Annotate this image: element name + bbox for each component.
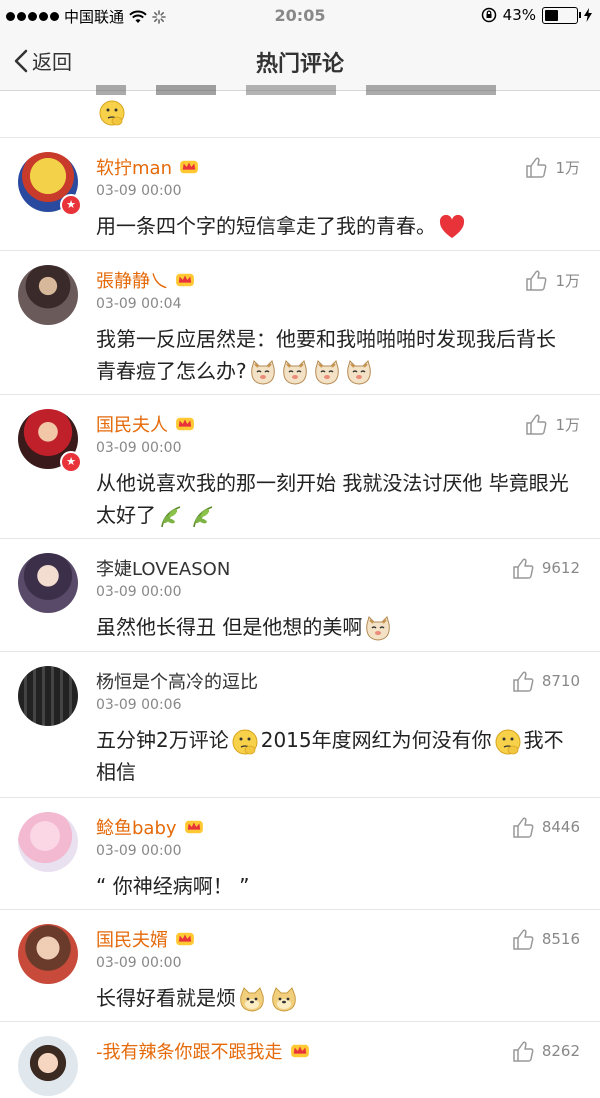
comment-item[interactable]: ★ 软拧man 03-09 00:00 1万 用一条四个字的短信拿走了我的青春。	[0, 138, 600, 251]
comment-text: 用一条四个字的短信拿走了我的青春。	[96, 138, 574, 256]
leaf-emoji-icon	[161, 505, 181, 528]
comment-list: ★ 软拧man 03-09 00:00 1万 用一条四个字的短信拿走了我的青春。…	[0, 85, 600, 1096]
avatar[interactable]	[18, 553, 80, 615]
comment-text-part: 2015年度网红为何没有你	[260, 728, 492, 752]
status-bar: 中国联通 20:05 43%	[0, 0, 600, 32]
thinking-emoji-icon	[494, 728, 521, 755]
comment-item[interactable]: 張静静乀 03-09 00:04 1万 我第一反应居然是：他要和我啪啪啪时发现我…	[0, 251, 600, 395]
comment-item[interactable]: -我有辣条你跟不跟我走 8262	[0, 1022, 600, 1096]
battery-icon	[542, 6, 581, 24]
comment-item[interactable]: 杨恒是个高冷的逗比 03-09 00:06 8710 五分钟2万评论 2015年度…	[0, 652, 600, 798]
avatar[interactable]	[18, 666, 80, 728]
like-count: 8262	[541, 1042, 580, 1060]
cat-emoji-icon	[282, 359, 307, 385]
avatar-image	[18, 666, 78, 726]
avatar[interactable]: ★	[18, 152, 82, 216]
verified-badge-icon: ★	[60, 451, 82, 473]
comment-text-content: “ 你神经病啊！ ”	[96, 874, 250, 898]
charging-icon	[584, 8, 592, 22]
like-button[interactable]: 8262	[512, 1040, 580, 1062]
navigation-bar: 返回 热门评论	[0, 32, 600, 91]
list-item	[0, 85, 600, 138]
comment-text: 虽然他长得丑 但是他想的美啊	[96, 539, 574, 657]
doge-emoji-icon	[272, 987, 296, 1011]
comment-text: 长得好看就是烦	[96, 910, 574, 1028]
comment-text: 我第一反应居然是：他要和我啪啪啪时发现我后背长青春痘了怎么办?	[96, 251, 574, 401]
avatar[interactable]	[18, 812, 80, 874]
doge-emoji-icon	[240, 987, 264, 1011]
comment-item[interactable]: ★ 国民夫人 03-09 00:00 1万 从他说喜欢我的那一刻开始 我就没法讨…	[0, 395, 600, 539]
page-title: 热门评论	[255, 52, 344, 77]
comment-text: “ 你神经病啊！ ”	[96, 798, 574, 916]
thumbs-up-icon	[513, 1041, 534, 1062]
username[interactable]: -我有辣条你跟不跟我走	[96, 1038, 311, 1064]
cat-emoji-icon	[250, 359, 275, 385]
username-text: -我有辣条你跟不跟我走	[96, 1042, 283, 1063]
comment-item[interactable]: 李婕LOVEASON 03-09 00:00 9612 虽然他长得丑 但是他想的…	[0, 539, 600, 652]
cropped-text	[96, 85, 536, 95]
thinking-emoji-icon	[232, 728, 258, 755]
comment-text-content: 长得好看就是烦	[96, 986, 236, 1010]
comment-text: 五分钟2万评论 2015年度网红为何没有你 我不相信	[96, 652, 574, 802]
comment-text-content: 用一条四个字的短信拿走了我的青春。	[96, 214, 436, 238]
thinking-emoji-icon	[99, 100, 125, 126]
comment-text-part: 五分钟2万评论	[96, 728, 229, 752]
rotation-lock-icon	[481, 7, 496, 23]
avatar-image	[18, 265, 78, 325]
leaf-emoji-icon	[193, 505, 213, 528]
avatar-image	[18, 1036, 78, 1096]
avatar[interactable]	[18, 1036, 80, 1098]
avatar-image	[18, 553, 78, 613]
cat-emoji-icon	[366, 615, 391, 641]
comment-item[interactable]: 国民夫婿 03-09 00:00 8516 长得好看就是烦	[0, 910, 600, 1022]
comment-item[interactable]: 鲶鱼baby 03-09 00:00 8446 “ 你神经病啊！ ”	[0, 798, 600, 910]
comment-text-content: 虽然他长得丑 但是他想的美啊	[96, 615, 363, 639]
avatar[interactable]	[18, 265, 80, 327]
cat-emoji-icon	[346, 359, 371, 385]
battery-percent: 43%	[502, 6, 536, 24]
avatar-image	[18, 924, 78, 984]
heart-emoji-icon	[439, 214, 465, 238]
cat-emoji-icon	[314, 359, 339, 385]
vip-crown-icon	[290, 1044, 309, 1058]
avatar-image	[18, 812, 78, 872]
verified-badge-icon: ★	[60, 194, 82, 216]
comment-text: 从他说喜欢我的那一刻开始 我就没法讨厌他 毕竟眼光太好了	[96, 395, 574, 545]
avatar[interactable]: ★	[18, 409, 82, 473]
avatar[interactable]	[18, 924, 80, 986]
